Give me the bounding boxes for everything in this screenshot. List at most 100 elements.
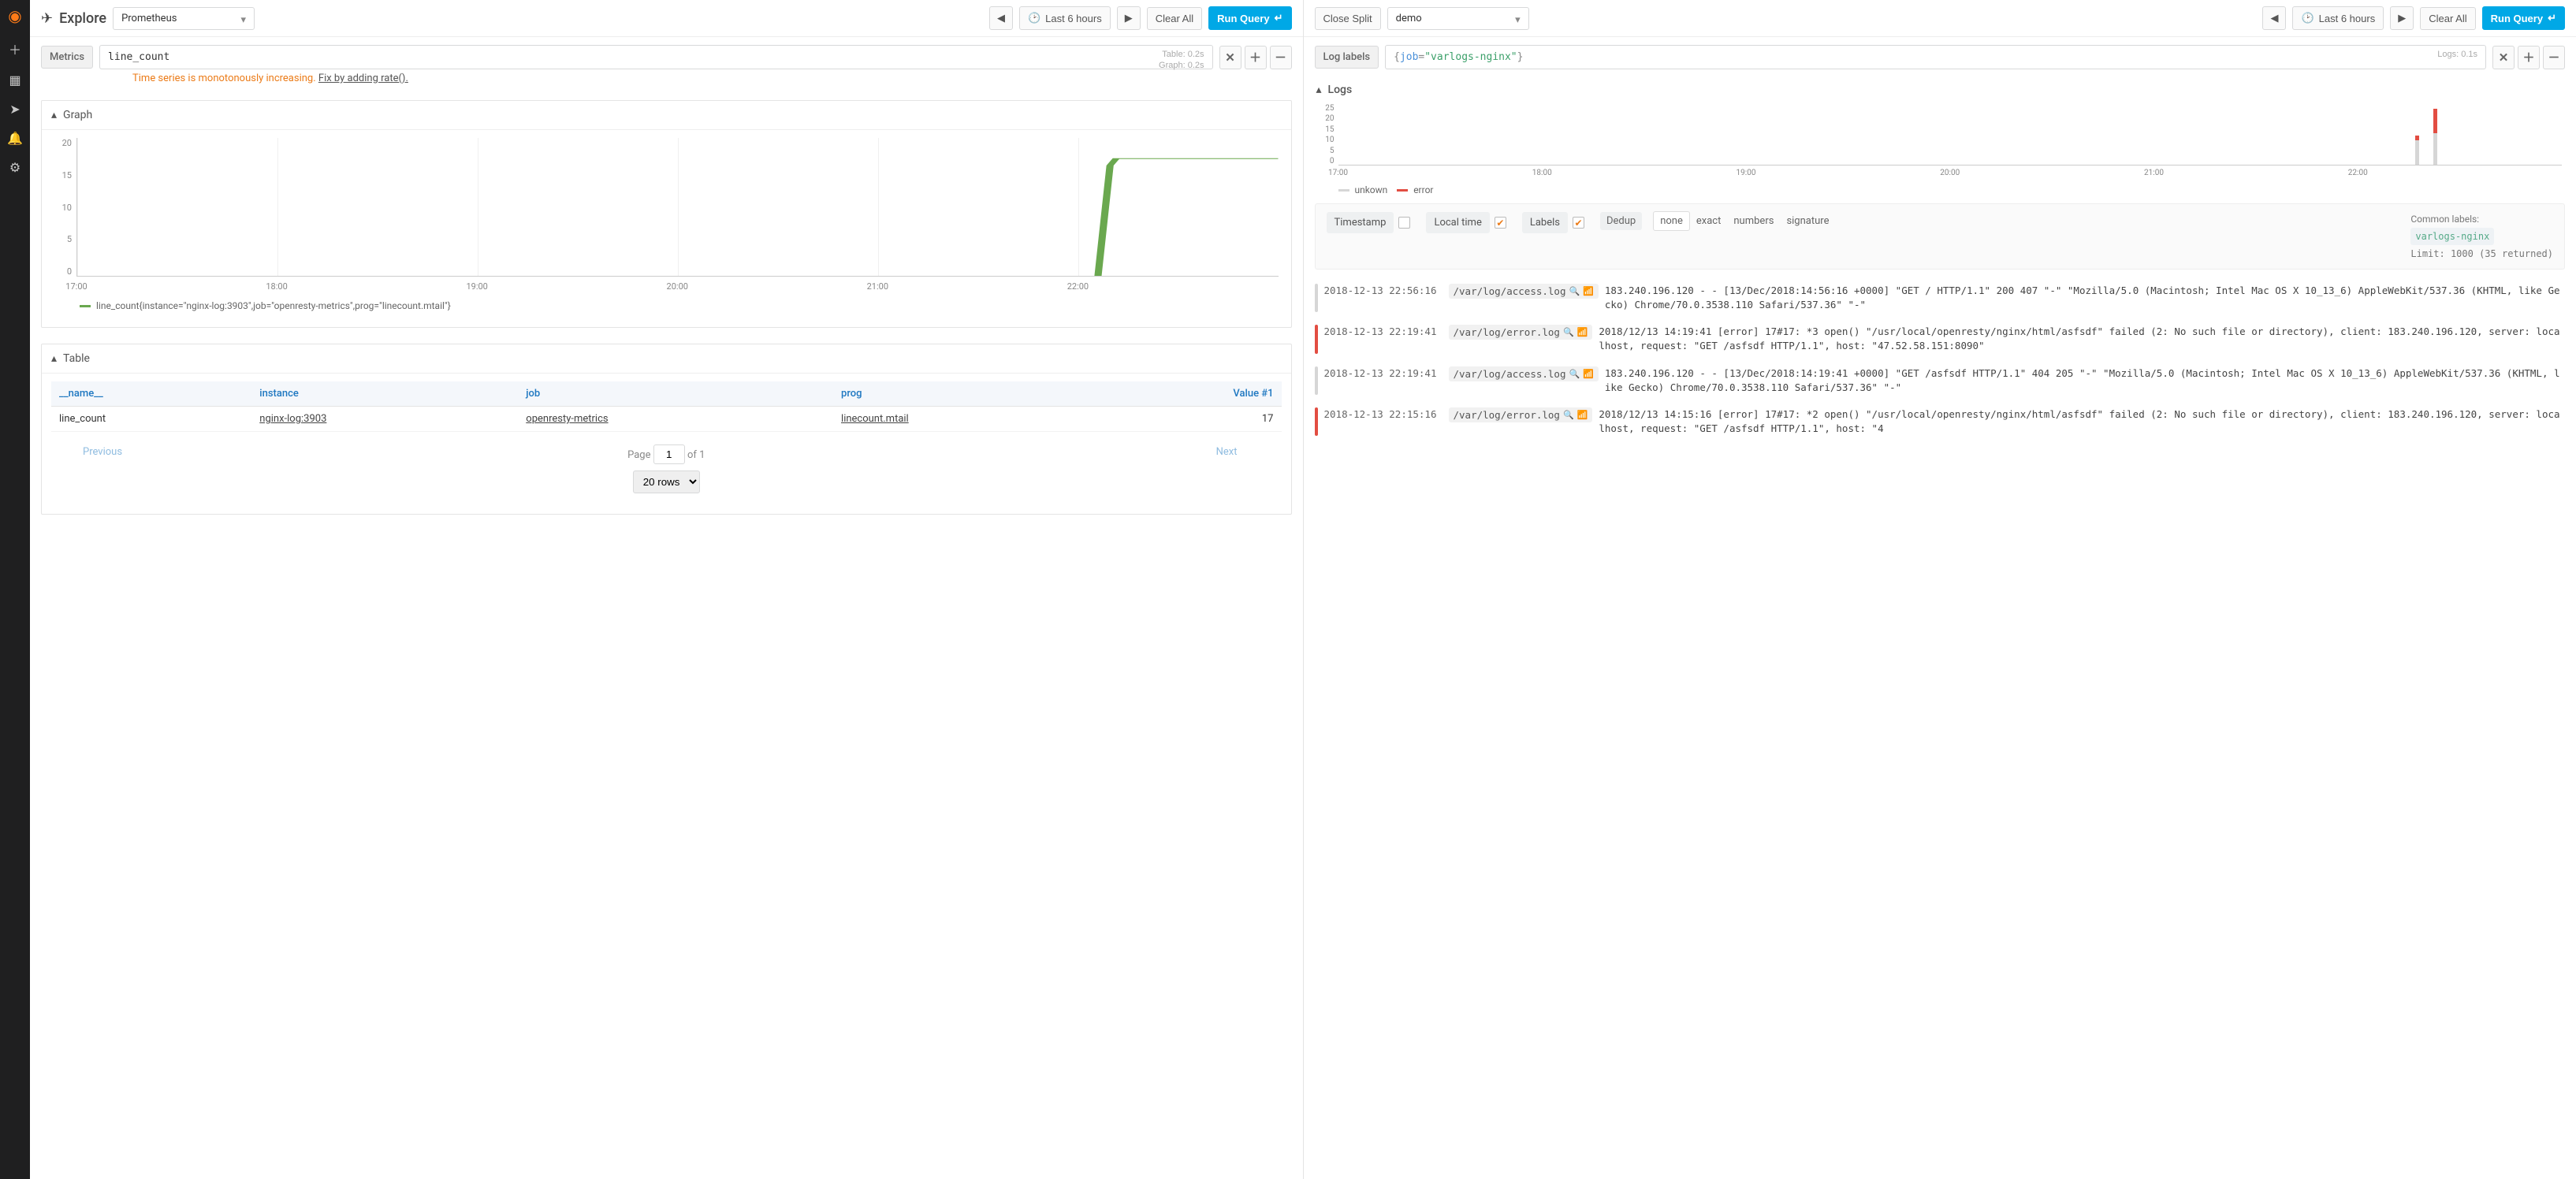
- collapse-query-button[interactable]: －: [2543, 46, 2565, 69]
- dedup-option[interactable]: exact: [1690, 212, 1727, 230]
- search-icon[interactable]: 🔍: [1563, 410, 1574, 420]
- clear-all-button[interactable]: Clear All: [1147, 7, 1202, 30]
- dedup-option[interactable]: none: [1653, 211, 1690, 231]
- timestamp-checkbox[interactable]: [1398, 217, 1410, 229]
- time-range-label: Last 6 hours: [2319, 13, 2376, 24]
- metrics-query-input[interactable]: line_count Table: 0.2s Graph: 0.2s: [99, 45, 1212, 69]
- query-hint: Time series is monotonously increasing. …: [30, 73, 1303, 92]
- table-col-header[interactable]: job: [518, 381, 833, 407]
- run-query-button[interactable]: Run Query ↵: [1208, 6, 1291, 30]
- legend-label: line_count{instance="nginx-log:3903",job…: [96, 300, 451, 311]
- log-timestamp: 2018-12-13 22:19:41: [1324, 366, 1442, 379]
- table-col-header[interactable]: instance: [251, 381, 518, 407]
- hint-fix-link[interactable]: Fix by adding rate().: [318, 73, 408, 84]
- pager-prev[interactable]: Previous: [83, 446, 122, 458]
- dedup-option[interactable]: signature: [1780, 212, 1835, 230]
- run-query-button[interactable]: Run Query ↵: [2482, 6, 2565, 30]
- clear-all-button[interactable]: Clear All: [2420, 7, 2475, 30]
- dedup-option[interactable]: numbers: [1727, 212, 1780, 230]
- log-row: 2018-12-13 22:56:16 /var/log/access.log …: [1315, 277, 2566, 318]
- log-file-badge: /var/log/error.log 🔍 📶: [1449, 325, 1593, 340]
- pager-page-input[interactable]: [653, 444, 685, 464]
- time-range-button[interactable]: 🕑 Last 6 hours: [2292, 6, 2384, 30]
- dashboards-icon[interactable]: ▦: [9, 73, 20, 87]
- log-level-bar: [1315, 284, 1318, 312]
- table-header: Table: [63, 352, 90, 365]
- time-next-button[interactable]: ▶: [1117, 6, 1141, 30]
- log-file-badge: /var/log/error.log 🔍 📶: [1449, 407, 1593, 422]
- collapse-query-button[interactable]: －: [1270, 46, 1292, 69]
- log-level-bar: [1315, 366, 1318, 395]
- pager-rows-select[interactable]: 20 rows: [633, 470, 700, 493]
- query-type-label: Metrics: [41, 46, 93, 69]
- enter-icon: ↵: [1275, 12, 1283, 24]
- plus-icon[interactable]: ＋: [9, 39, 21, 58]
- query-text: line_count: [108, 51, 169, 63]
- clock-icon: 🕑: [2301, 12, 2314, 24]
- add-query-button[interactable]: ＋: [2518, 46, 2540, 69]
- search-icon[interactable]: 🔍: [1569, 369, 1580, 379]
- collapse-icon[interactable]: ▴: [1316, 84, 1322, 96]
- explore-pane-left: ✈ Explore Prometheus ▾ ◀ 🕑 Last 6 hours …: [30, 0, 1303, 1179]
- side-nav: ◉ ＋ ▦ ➤ 🔔 ⚙: [0, 0, 30, 1179]
- opt-timestamp-label: Timestamp: [1327, 212, 1394, 233]
- table-col-header[interactable]: prog: [833, 381, 1101, 407]
- time-next-button[interactable]: ▶: [2390, 6, 2414, 30]
- datasource-select[interactable]: Prometheus ▾: [113, 7, 255, 30]
- stats-icon[interactable]: 📶: [1583, 369, 1594, 379]
- datasource-value: demo: [1396, 13, 1422, 24]
- add-query-button[interactable]: ＋: [1245, 46, 1267, 69]
- log-row: 2018-12-13 22:19:41 /var/log/access.log …: [1315, 360, 2566, 401]
- log-message: 183.240.196.120 - - [13/Dec/2018:14:56:1…: [1605, 284, 2565, 312]
- graph-section: ▴ Graph 20151050 17:0018:0019:0020:0021:…: [41, 100, 1292, 328]
- clock-icon: 🕑: [1028, 12, 1040, 24]
- collapse-icon[interactable]: ▴: [51, 109, 57, 121]
- logs-query-input[interactable]: {job="varlogs-nginx"} Logs: 0.1s: [1385, 45, 2486, 69]
- page-title: Explore: [59, 10, 106, 27]
- compass-icon: ✈: [41, 10, 53, 27]
- datasource-select[interactable]: demo ▾: [1387, 7, 1529, 30]
- stats-icon[interactable]: 📶: [1577, 410, 1588, 420]
- log-file-badge: /var/log/access.log 🔍 📶: [1449, 284, 1599, 299]
- labels-checkbox[interactable]: ✔: [1573, 217, 1584, 229]
- explore-icon[interactable]: ➤: [9, 102, 20, 117]
- table-row: line_countnginx-log:3903openresty-metric…: [51, 407, 1282, 432]
- table-pager: Previous Page of 1 20 rows Next: [51, 432, 1282, 506]
- chevron-down-icon: ▾: [1515, 14, 1521, 26]
- time-prev-button[interactable]: ◀: [2262, 6, 2286, 30]
- stats-icon[interactable]: 📶: [1577, 327, 1588, 337]
- log-rows: 2018-12-13 22:56:16 /var/log/access.log …: [1304, 277, 2576, 453]
- remove-query-button[interactable]: ✕: [1219, 46, 1241, 69]
- pager-next[interactable]: Next: [1216, 446, 1238, 458]
- log-file-badge: /var/log/access.log 🔍 📶: [1449, 366, 1599, 381]
- settings-icon[interactable]: ⚙: [9, 160, 20, 175]
- explore-pane-right: Close Split demo ▾ ◀ 🕑 Last 6 hours ▶ Cl…: [1303, 0, 2576, 1179]
- run-query-label: Run Query: [2491, 13, 2543, 24]
- result-table: __name__instancejobprogValue #1 line_cou…: [51, 381, 1282, 432]
- common-label-badge: varlogs-nginx: [2410, 228, 2494, 245]
- collapse-icon[interactable]: ▴: [51, 352, 57, 365]
- logs-options: Timestamp Local time ✔ Labels ✔ Dedup no…: [1315, 203, 2566, 270]
- close-split-button[interactable]: Close Split: [1315, 7, 1381, 30]
- table-col-header[interactable]: Value #1: [1101, 381, 1282, 407]
- table-col-header[interactable]: __name__: [51, 381, 251, 407]
- alerts-icon[interactable]: 🔔: [7, 131, 23, 146]
- stats-icon[interactable]: 📶: [1583, 286, 1594, 296]
- remove-query-button[interactable]: ✕: [2492, 46, 2515, 69]
- query-timing: Logs: 0.1s: [2437, 49, 2477, 60]
- hint-warning-text: Time series is monotonously increasing.: [132, 73, 316, 84]
- legend-error: error: [1413, 184, 1433, 195]
- log-row: 2018-12-13 22:19:41 /var/log/error.log 🔍…: [1315, 318, 2566, 359]
- time-range-button[interactable]: 🕑 Last 6 hours: [1019, 6, 1111, 30]
- legend-swatch: [1397, 189, 1408, 192]
- localtime-checkbox[interactable]: ✔: [1495, 217, 1506, 229]
- table-section: ▴ Table __name__instancejobprogValue #1 …: [41, 344, 1292, 515]
- search-icon[interactable]: 🔍: [1569, 286, 1580, 296]
- pager-of-label: of 1: [687, 449, 705, 461]
- grafana-logo-icon: ◉: [8, 6, 21, 25]
- search-icon[interactable]: 🔍: [1563, 327, 1574, 337]
- graph-legend: line_count{instance="nginx-log:3903",job…: [51, 296, 1282, 319]
- time-prev-button[interactable]: ◀: [989, 6, 1013, 30]
- graph-chart: 20151050 17:0018:0019:0020:0021:0022:00: [51, 138, 1282, 296]
- log-level-bar: [1315, 325, 1318, 353]
